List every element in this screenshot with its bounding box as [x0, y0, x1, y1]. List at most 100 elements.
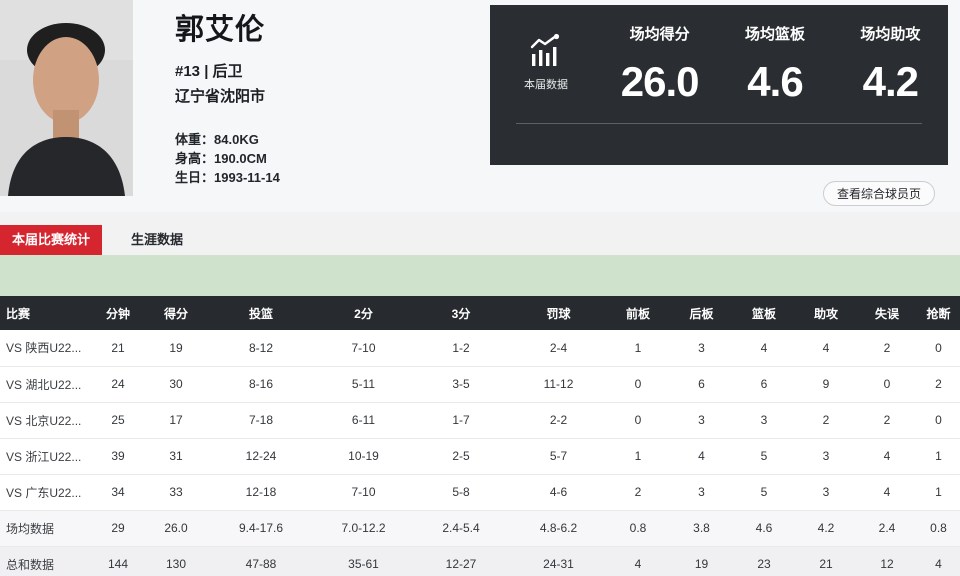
table-cell: 1-7 — [411, 402, 511, 439]
column-header: 投篮 — [206, 296, 316, 330]
table-cell: 5 — [733, 438, 795, 475]
table-cell: 0 — [917, 330, 960, 367]
column-header: 罚球 — [511, 296, 606, 330]
column-header: 失误 — [857, 296, 917, 330]
table-cell: 35-61 — [316, 546, 411, 576]
column-header: 得分 — [146, 296, 206, 330]
stat-points-per-game: 场均得分 26.0 — [602, 5, 717, 165]
stat-value: 4.2 — [862, 58, 919, 105]
table-cell: 1 — [917, 438, 960, 475]
player-height: 身高：190.0CM — [175, 149, 280, 168]
average-row: 场均数据 29 26.0 9.4-17.6 7.0-12.2 2.4-5.4 4.8-6.2… — [0, 510, 960, 547]
table-cell: 25 — [90, 402, 146, 439]
table-cell: 24-31 — [511, 546, 606, 576]
stats-panel-caption: 本届数据 — [524, 79, 568, 91]
table-cell: 3-5 — [411, 366, 511, 403]
total-row: 总和数据 144 130 47-88 35-61 12-27 24-31 4 19 23 21 12 4 — [0, 546, 960, 576]
table-cell: 23 — [733, 546, 795, 576]
table-cell: VS 陕西U22... — [0, 330, 90, 367]
table-cell: 21 — [90, 330, 146, 367]
separator: ： — [201, 132, 215, 147]
column-header: 后板 — [670, 296, 733, 330]
stat-value: 26.0 — [620, 58, 700, 105]
game-row: VS 广东U22... 34 33 12-18 7-10 5-8 4-6 2 3 5 3 4 1 — [0, 474, 960, 511]
table-cell: 2 — [917, 366, 960, 403]
table-cell: 2 — [857, 330, 917, 367]
current-tournament-stats-panel: 本届数据 场均得分 26.0 场均篮板 4.6 场均助攻 4.2 — [490, 5, 948, 165]
table-cell: 34 — [90, 474, 146, 511]
height-label: 身高 — [175, 151, 202, 166]
table-cell: 3 — [670, 330, 733, 367]
table-header-row: 比赛 分钟 得分 投篮 2分 3分 罚球 前板 后板 篮板 助攻 失误 抢断 — [0, 296, 960, 330]
table-cell: 21 — [795, 546, 857, 576]
table-cell: 12-27 — [411, 546, 511, 576]
table-cell: 5-7 — [511, 438, 606, 475]
table-cell: 2 — [795, 402, 857, 439]
table-cell: 4-6 — [511, 474, 606, 511]
table-cell: 12-18 — [206, 474, 316, 511]
stats-panel-caption-block: 本届数据 — [490, 5, 602, 165]
table-cell: 4 — [670, 438, 733, 475]
table-cell: 24 — [90, 366, 146, 403]
table-cell: 场均数据 — [0, 510, 90, 547]
table-cell: 26.0 — [146, 510, 206, 547]
stat-rebounds-per-game: 场均篮板 4.6 — [717, 5, 832, 165]
table-cell: 3 — [670, 402, 733, 439]
panel-divider — [516, 123, 922, 124]
table-cell: 0 — [917, 402, 960, 439]
game-row: VS 浙江U22... 39 31 12-24 10-19 2-5 5-7 1 4 5 3 4 1 — [0, 438, 960, 475]
stat-label: 场均得分 — [629, 26, 690, 43]
birthday-value: 1993-11-14 — [214, 170, 280, 185]
birthday-label: 生日 — [175, 170, 202, 185]
table-cell: 5-8 — [411, 474, 511, 511]
player-hometown: 辽宁省沈阳市 — [175, 88, 266, 105]
table-cell: 7-18 — [206, 402, 316, 439]
table-cell: 2.4-5.4 — [411, 510, 511, 547]
view-full-profile-button[interactable]: 查看综合球员页 — [822, 181, 935, 206]
table-cell: 130 — [146, 546, 206, 576]
player-birthday: 生日：1993-11-14 — [175, 168, 280, 187]
separator: ： — [201, 170, 215, 185]
table-cell: 29 — [90, 510, 146, 547]
table-cell: 8-16 — [206, 366, 316, 403]
column-header: 前板 — [606, 296, 670, 330]
table-cell: 33 — [146, 474, 206, 511]
player-photo-placeholder — [0, 0, 133, 196]
weight-label: 体重 — [175, 132, 202, 147]
table-cell: 2-4 — [511, 330, 606, 367]
player-jersey-position: #13 | 后卫 — [175, 63, 243, 80]
player-info: 郭艾伦 #13 | 后卫 辽宁省沈阳市 体重：84.0KG 身高：190.0CM… — [175, 0, 280, 187]
table-cell: 4 — [857, 438, 917, 475]
table-cell: 5 — [733, 474, 795, 511]
table-cell: 7-10 — [316, 330, 411, 367]
table-cell: 1 — [606, 330, 670, 367]
table-cell: 4.2 — [795, 510, 857, 547]
tab-career-stats[interactable]: 生涯数据 — [102, 225, 212, 255]
table-cell: 47-88 — [206, 546, 316, 576]
table-cell: 3 — [733, 402, 795, 439]
table-cell: 0.8 — [917, 510, 960, 547]
stats-panel-columns: 场均得分 26.0 场均篮板 4.6 场均助攻 4.2 — [602, 5, 948, 165]
tab-current-tournament-stats[interactable]: 本届比赛统计 — [0, 225, 102, 255]
column-header: 分钟 — [90, 296, 146, 330]
table-cell: 4.8-6.2 — [511, 510, 606, 547]
stat-label: 场均篮板 — [744, 26, 805, 43]
table-cell: 4 — [917, 546, 960, 576]
table-cell: 39 — [90, 438, 146, 475]
table-cell: 7.0-12.2 — [316, 510, 411, 547]
table-cell: 总和数据 — [0, 546, 90, 576]
player-header-section: 郭艾伦 #13 | 后卫 辽宁省沈阳市 体重：84.0KG 身高：190.0CM… — [0, 0, 960, 212]
table-cell: 2-5 — [411, 438, 511, 475]
table-cell: 2.4 — [857, 510, 917, 547]
table-cell: 7-10 — [316, 474, 411, 511]
table-cell: 31 — [146, 438, 206, 475]
table-cell: 19 — [670, 546, 733, 576]
table-cell: 2 — [857, 402, 917, 439]
table-cell: 6-11 — [316, 402, 411, 439]
table-cell: 4 — [606, 546, 670, 576]
divider-band — [0, 255, 960, 296]
stat-label: 场均助攻 — [860, 26, 921, 43]
column-header: 2分 — [316, 296, 411, 330]
table-cell: 12-24 — [206, 438, 316, 475]
player-details: 体重：84.0KG 身高：190.0CM 生日：1993-11-14 — [175, 130, 280, 187]
